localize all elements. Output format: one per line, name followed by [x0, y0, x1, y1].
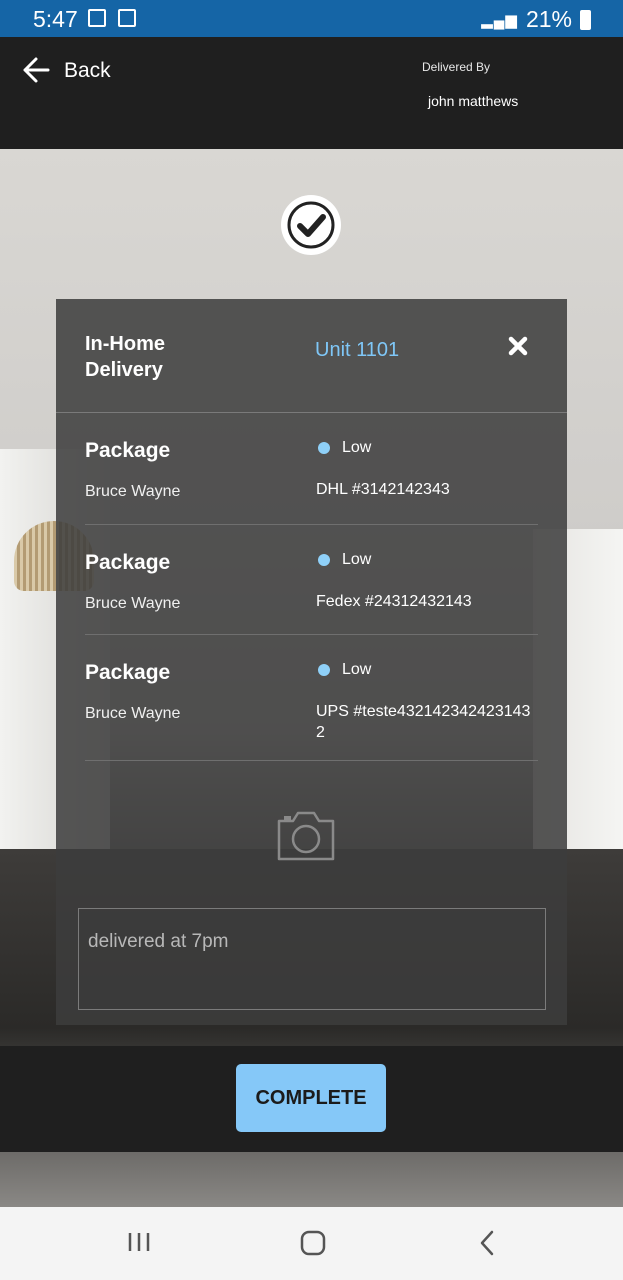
camera-icon[interactable]	[275, 807, 337, 863]
battery-icon	[580, 9, 591, 30]
priority-dot-icon	[318, 664, 330, 676]
signal-icon: ▂▄▆	[481, 11, 518, 29]
priority-label: Low	[342, 439, 372, 456]
delivery-card: In-Home Delivery Unit 1101 Package Bruce…	[56, 299, 567, 1025]
package-row: Package Bruce Wayne Low DHL #3142142343	[85, 413, 538, 525]
package-title: Package	[85, 439, 171, 462]
recents-icon[interactable]	[127, 1231, 151, 1253]
back-button[interactable]: Back	[64, 59, 111, 83]
status-time: 5:47	[33, 6, 78, 32]
card-header: In-Home Delivery Unit 1101	[56, 299, 567, 413]
back-arrow-icon[interactable]	[22, 56, 50, 84]
task-notification-icon	[118, 9, 136, 27]
status-indicators: ▂▄▆ 21%	[481, 6, 591, 33]
tracking-number: DHL #3142142343	[316, 481, 450, 498]
delivered-by-name: john matthews	[428, 93, 519, 109]
unit-label: Unit 1101	[315, 339, 400, 361]
package-recipient: Bruce Wayne	[85, 705, 181, 722]
system-nav-bar	[0, 1207, 623, 1280]
note-text: delivered at 7pm	[88, 931, 229, 952]
package-title: Package	[85, 551, 171, 574]
priority-label: Low	[342, 551, 372, 568]
tracking-number: Fedex #24312432143	[316, 593, 472, 610]
package-title: Package	[85, 661, 171, 684]
priority-indicator: Low	[318, 551, 371, 569]
tracking-number: UPS #teste4321423424231432	[316, 703, 531, 741]
check-circle-icon	[281, 195, 341, 255]
priority-dot-icon	[318, 554, 330, 566]
package-row: Package Bruce Wayne Low Fedex #243124321…	[85, 525, 538, 635]
delivered-by-label: Delivered By	[422, 60, 491, 74]
note-field[interactable]: delivered at 7pm	[78, 908, 546, 1010]
priority-indicator: Low	[318, 439, 371, 457]
delivery-type: In-Home Delivery	[85, 333, 165, 381]
home-icon[interactable]	[300, 1230, 326, 1256]
status-bar: 5:47 ▂▄▆ 21%	[0, 0, 623, 37]
package-recipient: Bruce Wayne	[85, 595, 181, 612]
close-icon[interactable]	[508, 336, 528, 356]
package-row: Package Bruce Wayne Low UPS #teste432142…	[85, 635, 538, 761]
priority-label: Low	[342, 661, 372, 678]
bottom-action-bar: COMPLETE	[0, 1046, 623, 1152]
priority-dot-icon	[318, 442, 330, 454]
nav-back-icon[interactable]	[479, 1230, 495, 1256]
app-header: Back Delivered By john matthews	[0, 37, 623, 149]
priority-indicator: Low	[318, 661, 371, 679]
battery-percent: 21%	[525, 6, 572, 32]
gallery-notification-icon	[88, 9, 106, 27]
complete-button[interactable]: COMPLETE	[236, 1064, 386, 1132]
package-recipient: Bruce Wayne	[85, 483, 181, 500]
